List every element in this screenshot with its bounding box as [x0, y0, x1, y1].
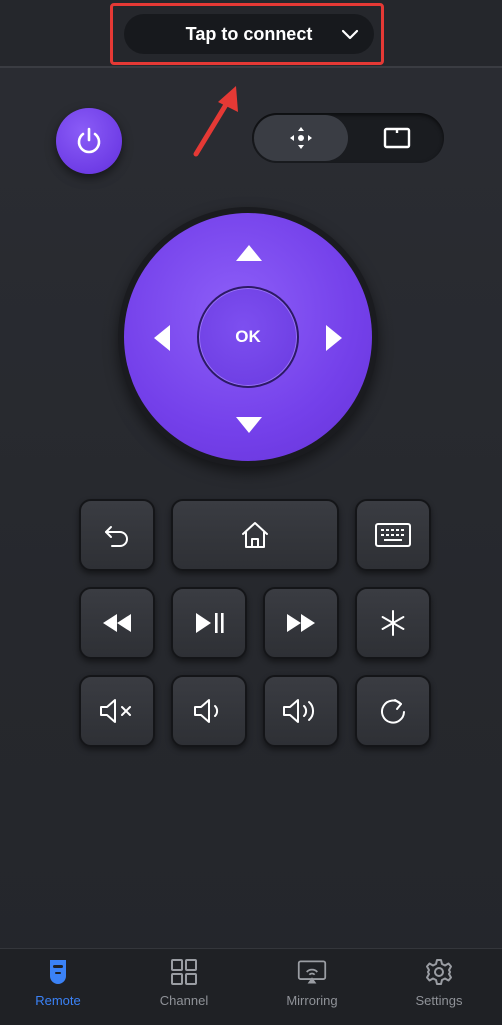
dpad-ring: OK [124, 213, 372, 461]
power-button[interactable] [56, 108, 122, 174]
remote-icon [50, 960, 66, 984]
dpad-mode-button[interactable] [254, 115, 348, 161]
tab-channel[interactable]: Channel [134, 957, 234, 1019]
dpad-up-icon[interactable] [236, 245, 262, 261]
dpad-down-icon[interactable] [236, 417, 262, 433]
home-button[interactable] [171, 499, 339, 571]
touchpad-mode-button[interactable] [352, 115, 442, 161]
dpad-right-icon[interactable] [326, 325, 342, 351]
gear-icon [426, 959, 452, 985]
dpad-left-icon[interactable] [154, 325, 170, 351]
annotation-arrow-icon [193, 86, 238, 157]
volume-down-button[interactable] [171, 675, 247, 747]
volume-up-button[interactable] [263, 675, 339, 747]
top-bar: Tap to connect [0, 0, 502, 68]
tab-label: Mirroring [286, 993, 338, 1008]
tab-label: Settings [415, 993, 463, 1008]
control-mode-toggle [252, 113, 444, 163]
dpad-mode-icon [290, 127, 312, 149]
keyboard-button[interactable] [355, 499, 431, 571]
tab-remote[interactable]: Remote [8, 957, 108, 1019]
play-pause-button[interactable] [171, 587, 247, 659]
power-icon [77, 127, 101, 154]
grid-icon [171, 959, 197, 985]
home-icon [242, 522, 268, 548]
tab-settings[interactable]: Settings [389, 957, 489, 1019]
tab-label: Remote [35, 993, 81, 1008]
chevron-down-icon [341, 29, 359, 40]
mute-icon [100, 699, 131, 723]
mute-button[interactable] [79, 675, 155, 747]
connect-label: Tap to connect [185, 23, 313, 44]
replay-button[interactable] [355, 675, 431, 747]
keyboard-icon [375, 523, 411, 547]
asterisk-icon [381, 610, 405, 636]
touchpad-mode-icon [383, 127, 411, 149]
ok-label: OK [235, 327, 261, 346]
tab-mirroring[interactable]: Mirroring [262, 957, 362, 1019]
rewind-button[interactable] [79, 587, 155, 659]
fast-forward-icon [287, 614, 315, 632]
volume-up-icon [283, 699, 315, 723]
cast-icon [297, 960, 327, 984]
dpad: OK [118, 207, 378, 467]
volume-down-icon [194, 699, 219, 723]
play-pause-icon [196, 613, 224, 633]
bottom-tab-bar: Remote Channel Mirroring Settings [0, 948, 502, 1025]
ok-button[interactable]: OK [197, 286, 299, 388]
rewind-icon [103, 614, 131, 632]
tap-to-connect-button[interactable]: Tap to connect [124, 14, 374, 54]
back-button[interactable] [79, 499, 155, 571]
fast-forward-button[interactable] [263, 587, 339, 659]
replay-icon [381, 699, 405, 724]
options-button[interactable] [355, 587, 431, 659]
back-icon [105, 526, 128, 547]
tab-label: Channel [159, 993, 209, 1008]
